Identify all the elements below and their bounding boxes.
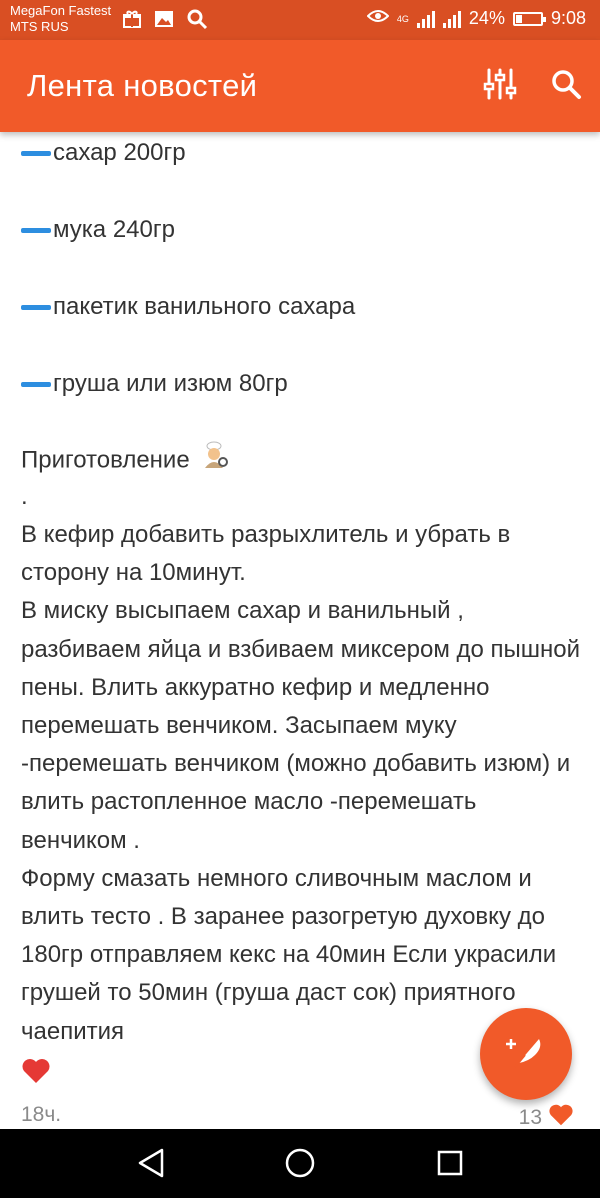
- ingredient-item: пакетик ванильного сахара: [21, 288, 586, 326]
- ingredient-text: груша или изюм 80гр: [53, 370, 288, 397]
- page-title: Лента новостей: [27, 68, 258, 103]
- recents-button[interactable]: [430, 1145, 470, 1185]
- ingredient-text: пакетик ванильного сахара: [53, 293, 356, 320]
- dash-icon: [21, 227, 51, 233]
- system-nav-bar: [0, 1129, 600, 1198]
- cook-emoji-icon: [200, 440, 230, 482]
- home-circle-icon: [283, 1146, 317, 1185]
- home-button[interactable]: [280, 1145, 320, 1185]
- network-type: 4G: [396, 13, 409, 24]
- preparation-heading-text: Приготовление: [21, 446, 190, 474]
- search-icon: [186, 8, 208, 35]
- status-bar: MegaFon Fastest MTS RUS 4G 24% 9:08: [0, 0, 600, 40]
- post-content: сахар 200гр мука 240гр пакетик ванильног…: [21, 132, 586, 1089]
- eye-icon: [366, 8, 390, 29]
- back-button[interactable]: [131, 1145, 171, 1185]
- like-count: 13: [518, 1106, 542, 1129]
- dash-icon: [21, 381, 51, 387]
- quill-plus-icon: [501, 1027, 551, 1082]
- clock: 9:08: [550, 8, 586, 28]
- back-triangle-icon: [136, 1147, 166, 1184]
- sliders-icon: [482, 66, 518, 107]
- battery-percent: 24%: [468, 8, 505, 28]
- dash-icon: [21, 304, 51, 310]
- ingredient-item: мука 240гр: [21, 211, 586, 249]
- separator-dot: .: [21, 483, 28, 510]
- ingredient-item: груша или изюм 80гр: [21, 365, 586, 403]
- search-icon: [550, 68, 582, 105]
- ingredient-text: мука 240гр: [53, 216, 175, 243]
- preparation-heading: Приготовление: [21, 440, 586, 478]
- post-time: 18ч.: [21, 1103, 62, 1126]
- search-button[interactable]: [544, 64, 588, 108]
- signal-icon-2: [442, 10, 461, 28]
- paragraph: В кефир добавить разрыхлитель и убрать в…: [21, 521, 511, 587]
- carrier-2: MTS RUS: [10, 19, 69, 34]
- carrier-1: MegaFon Fastest: [10, 3, 112, 18]
- ingredient-item: сахар 200гр: [21, 134, 586, 172]
- filter-button[interactable]: [478, 64, 522, 108]
- battery-icon: [512, 11, 546, 26]
- ingredient-text: сахар 200гр: [53, 139, 186, 166]
- carrier-info: MegaFon Fastest MTS RUS: [10, 3, 111, 35]
- gift-icon: [122, 9, 142, 34]
- signal-icon-1: [416, 10, 435, 28]
- image-icon: [154, 9, 174, 34]
- recents-square-icon: [435, 1148, 465, 1183]
- app-bar: Лента новостей: [0, 40, 600, 132]
- paragraph: В миску высыпаем сахар и ванильный , раз…: [21, 597, 581, 854]
- new-post-button[interactable]: [480, 1008, 572, 1100]
- dash-icon: [21, 150, 51, 156]
